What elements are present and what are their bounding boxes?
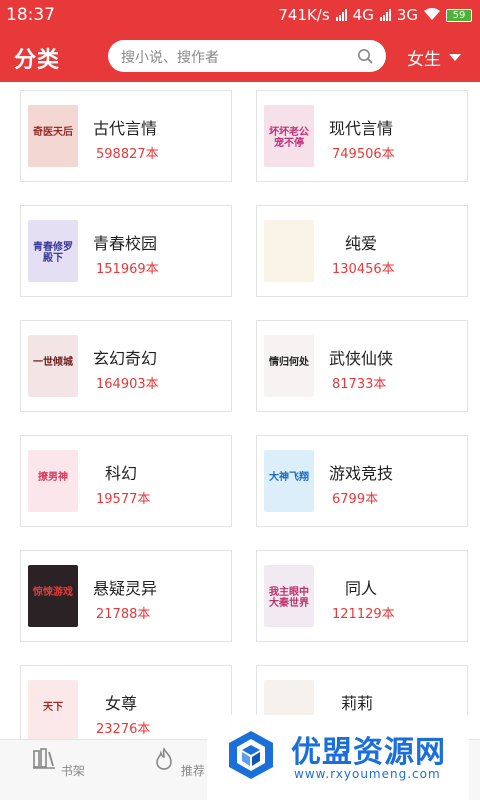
book-cover: 一世倾城 [28, 335, 78, 397]
status-bar: 18:37 741K/s 4G 3G 59 [0, 0, 480, 30]
search-input[interactable]: 搜小说、搜作者 [108, 40, 386, 72]
category-count: 121129本 [332, 607, 395, 622]
book-cover: 情归何处 [264, 335, 314, 397]
cover-title: 惊悚游戏 [33, 587, 73, 598]
category-name: 科幻 [105, 464, 138, 483]
page-title: 分类 [14, 48, 61, 73]
book-cover: 惊悚游戏 [28, 565, 78, 627]
category-card[interactable]: 情归何处 武侠仙侠 81733本 [256, 320, 468, 412]
book-cover: 天下 [28, 680, 78, 742]
category-count: 598827本 [96, 147, 159, 162]
category-card[interactable]: 纯爱 130456本 [256, 205, 468, 297]
category-name: 游戏竞技 [329, 464, 394, 483]
category-card[interactable]: 撩男神 科幻 19577本 [20, 435, 232, 527]
category-count: 151969本 [96, 262, 159, 277]
category-card[interactable]: 一世倾城 玄幻奇幻 164903本 [20, 320, 232, 412]
status-time: 18:37 [6, 5, 55, 25]
book-cover: 撩男神 [28, 450, 78, 512]
tab-label: 书架 [60, 764, 85, 778]
category-card[interactable]: 奇医天后 古代言情 598827本 [20, 90, 232, 182]
tab-recommend[interactable]: 推荐 [148, 746, 208, 779]
category-count: 21788本 [96, 607, 151, 622]
category-count: 749506本 [332, 147, 395, 162]
category-card[interactable]: 惊悚游戏 悬疑灵异 21788本 [20, 550, 232, 642]
category-name: 同人 [345, 579, 378, 598]
cover-title: 天下 [43, 702, 63, 713]
category-name: 古代言情 [93, 119, 158, 138]
book-cover: 我主眼中大秦世界 [264, 565, 314, 627]
category-card[interactable]: 坏坏老公宠不停 现代言情 749506本 [256, 90, 468, 182]
cover-title: 撩男神 [38, 472, 68, 483]
cover-title: 我主眼中大秦世界 [269, 587, 309, 609]
search-icon[interactable] [357, 48, 373, 64]
category-card[interactable]: 大神飞翔 游戏竞技 6799本 [256, 435, 468, 527]
network-type-secondary: 3G [396, 6, 418, 24]
cover-title: 奇医天后 [33, 127, 73, 138]
app-header: 分类 搜小说、搜作者 女生 [0, 30, 480, 82]
cover-title: 青春修罗殿下 [33, 242, 73, 264]
book-cover [264, 220, 314, 282]
category-card[interactable]: 我主眼中大秦世界 同人 121129本 [256, 550, 468, 642]
category-name: 女尊 [105, 694, 138, 713]
gender-label: 女生 [407, 50, 441, 70]
category-name: 莉莉 [341, 694, 374, 713]
search-placeholder: 搜小说、搜作者 [121, 50, 219, 66]
category-count: 81733本 [332, 377, 387, 392]
category-name: 现代言情 [329, 119, 394, 138]
book-cover: 坏坏老公宠不停 [264, 105, 314, 167]
category-count: 130456本 [332, 262, 395, 277]
battery-icon: 59 [446, 8, 472, 22]
status-right: 741K/s 4G 3G 59 [278, 6, 472, 24]
tab-bookshelf[interactable]: 书架 [28, 746, 88, 779]
watermark-title: 优盟资源网 [291, 735, 446, 770]
book-cover: 大神飞翔 [264, 450, 314, 512]
network-speed: 741K/s [278, 6, 330, 24]
category-card[interactable]: 青春修罗殿下 青春校园 151969本 [20, 205, 232, 297]
category-count: 19577本 [96, 492, 151, 507]
bookshelf-icon [33, 748, 56, 769]
category-name: 青春校园 [93, 234, 158, 253]
category-count: 23276本 [96, 722, 151, 737]
gender-selector[interactable]: 女生 [407, 45, 461, 70]
book-cover: 青春修罗殿下 [28, 220, 78, 282]
tab-label: 推荐 [180, 764, 205, 778]
flame-icon [156, 747, 172, 770]
cover-title: 坏坏老公宠不停 [269, 127, 309, 149]
watermark-url: www.rxyoumeng.com [294, 767, 441, 781]
category-name: 悬疑灵异 [93, 579, 158, 598]
watermark-overlay: 优盟资源网 www.rxyoumeng.com [207, 715, 469, 800]
cover-title: 大神飞翔 [269, 472, 309, 483]
network-type-primary: 4G [352, 6, 374, 24]
category-count: 6799本 [332, 492, 379, 507]
category-name: 武侠仙侠 [329, 349, 394, 368]
category-count: 164903本 [96, 377, 159, 392]
wifi-icon [424, 7, 440, 23]
cover-title: 情归何处 [269, 357, 309, 368]
chevron-down-icon [449, 54, 461, 61]
signal-icon [335, 9, 347, 21]
cover-title: 一世倾城 [33, 357, 73, 368]
book-cover: 奇医天后 [28, 105, 78, 167]
category-name: 玄幻奇幻 [93, 349, 158, 368]
cube-logo-icon [229, 731, 273, 779]
category-name: 纯爱 [345, 234, 378, 253]
signal-icon [379, 9, 391, 21]
